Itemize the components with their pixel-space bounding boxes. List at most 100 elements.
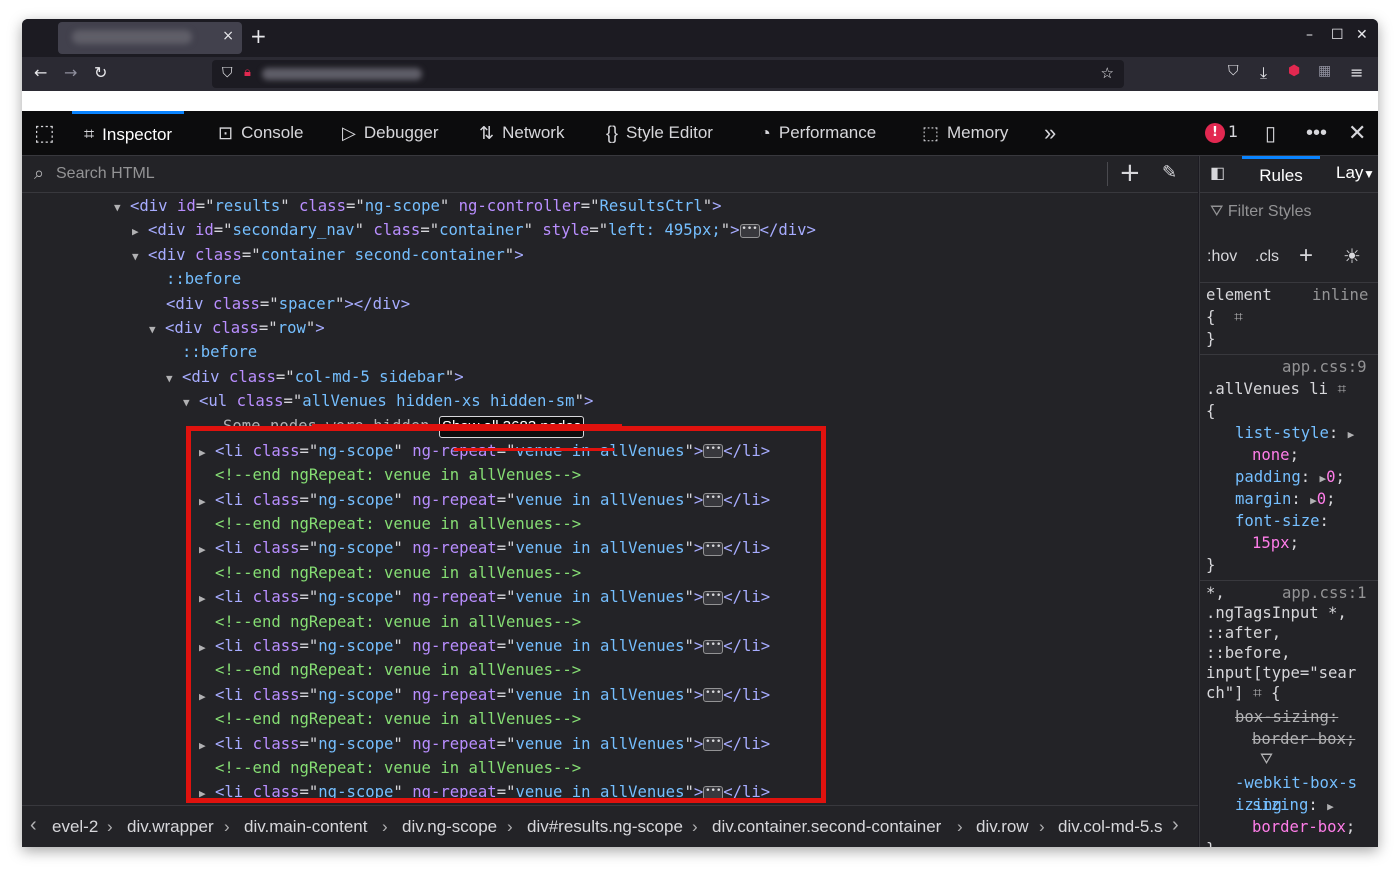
declaration-value-overridden[interactable]: border-box; xyxy=(1252,728,1355,750)
forward-icon[interactable]: → xyxy=(64,63,77,82)
expand-arrow-icon[interactable]: ▼ xyxy=(114,196,130,220)
rule-source[interactable]: app.css:1 xyxy=(1282,582,1367,604)
breadcrumb-item[interactable]: div.row xyxy=(976,817,1029,837)
breadcrumb-separator-icon: › xyxy=(224,817,230,836)
breadcrumb-item[interactable]: evel-2 xyxy=(52,817,98,837)
maximize-button[interactable]: ☐ xyxy=(1331,27,1344,43)
collapsed-content-icon[interactable]: ••• xyxy=(739,223,760,238)
breadcrumb-item[interactable]: div.container.second-container xyxy=(712,817,941,837)
url-bar[interactable]: ⛉ 🔒︎ ☆ xyxy=(212,60,1124,88)
markup-node[interactable]: ▼ <div id="results" class="ng-scope" ng-c… xyxy=(114,194,722,218)
more-options-icon[interactable]: ••• xyxy=(1306,111,1327,155)
breadcrumb-item[interactable]: div.col-md-5.s xyxy=(1058,817,1164,837)
tab-network[interactable]: ⇅ Network xyxy=(479,111,564,155)
tab-layout[interactable]: Lay xyxy=(1336,163,1364,183)
ublock-icon[interactable]: ⬢ xyxy=(1288,63,1300,79)
lock-icon[interactable]: 🔒︎ xyxy=(244,65,251,80)
error-icon[interactable]: ! xyxy=(1205,123,1225,143)
search-icon: ⌕ xyxy=(34,163,45,184)
divider xyxy=(1200,282,1378,283)
browser-tab[interactable]: × xyxy=(58,22,242,54)
close-window-button[interactable]: ✕ xyxy=(1356,27,1368,43)
declaration[interactable]: font-size: xyxy=(1235,510,1329,532)
breadcrumb-item[interactable]: div#results.ng-scope xyxy=(527,817,683,837)
minimize-button[interactable]: – xyxy=(1306,27,1313,43)
rule-source[interactable]: app.css:9 xyxy=(1282,356,1367,378)
cls-toggle[interactable]: .cls xyxy=(1255,248,1279,266)
bookmark-star-icon[interactable]: ☆ xyxy=(1101,64,1114,82)
tab-inspector[interactable]: ⌗ Inspector xyxy=(72,111,185,155)
add-rule-icon[interactable]: + xyxy=(1299,242,1313,270)
expand-icon[interactable]: ▶ xyxy=(1310,494,1317,507)
expand-icon[interactable]: ▶ xyxy=(1348,428,1355,441)
new-tab-button[interactable]: + xyxy=(250,24,267,48)
shield-icon[interactable]: ⛉ xyxy=(222,65,233,81)
node-icon[interactable]: ⌗ xyxy=(1337,380,1346,398)
rule-source[interactable]: inline xyxy=(1312,284,1368,306)
markup-node[interactable]: ▼ <div class="row"> xyxy=(149,316,325,340)
markup-node[interactable]: ▼ <div class="col-md-5 sidebar"> xyxy=(166,365,464,389)
expand-icon[interactable]: ▶ xyxy=(1327,800,1334,813)
pocket-icon[interactable]: ⛉ xyxy=(1228,63,1239,79)
more-tools-chevron-icon[interactable]: » xyxy=(1044,111,1056,155)
pseudo-element-node[interactable]: ::before xyxy=(182,340,257,364)
declaration[interactable]: padding: ▶0; xyxy=(1235,466,1345,488)
responsive-design-icon[interactable]: ▯ xyxy=(1265,111,1276,155)
tab-rules[interactable]: Rules xyxy=(1242,156,1320,186)
tab-debugger[interactable]: ▷ Debugger xyxy=(342,111,439,155)
declaration[interactable]: sizing: ▶ xyxy=(1252,794,1334,816)
breadcrumb-separator-icon: › xyxy=(1039,817,1045,836)
breadcrumb-separator-icon: › xyxy=(382,817,388,836)
tab-close-icon[interactable]: × xyxy=(222,28,234,44)
toggle-sidebar-icon[interactable]: ◧ xyxy=(1210,163,1225,183)
expand-arrow-icon[interactable]: ▼ xyxy=(183,391,199,415)
close-devtools-icon[interactable]: ✕ xyxy=(1348,111,1366,155)
search-html-input[interactable]: Search HTML xyxy=(56,165,155,183)
markup-node[interactable]: ▼ <ul class="allVenues hidden-xs hidden-s… xyxy=(183,389,593,413)
pseudo-element-node[interactable]: ::before xyxy=(166,267,241,291)
expand-arrow-icon[interactable]: ▼ xyxy=(166,367,182,391)
node-icon[interactable]: ⌗ xyxy=(1253,684,1262,702)
debugger-icon: ▷ xyxy=(342,122,356,143)
breadcrumb-item[interactable]: div.ng-scope xyxy=(402,817,497,837)
breadcrumb-scroll-right-icon[interactable]: › xyxy=(1172,814,1179,837)
tab-style-editor[interactable]: {} Style Editor xyxy=(606,111,713,155)
devtools-toolbar: ⬚ ⌗ Inspector ⊡ Console ▷ Debugger ⇅ Net… xyxy=(22,111,1378,156)
chevron-down-icon[interactable]: ▼ xyxy=(1363,167,1375,181)
error-count[interactable]: 1 xyxy=(1228,122,1238,141)
tab-performance[interactable]: ◔ Performance xyxy=(760,111,876,155)
add-node-icon[interactable]: + xyxy=(1119,158,1141,188)
markup-node[interactable]: ▼ <div class="container second-container"… xyxy=(132,243,524,267)
tab-memory[interactable]: ⬚ Memory xyxy=(922,111,1008,155)
filter-icon[interactable]: ⛛ xyxy=(1260,748,1273,770)
eyedropper-icon[interactable]: ✎ xyxy=(1162,162,1177,183)
markup-node[interactable]: <div class="spacer"></div> xyxy=(166,292,410,316)
node-icon[interactable]: ⌗ xyxy=(1234,308,1243,326)
breadcrumb-item[interactable]: div.main-content xyxy=(244,817,367,837)
back-icon[interactable]: ← xyxy=(34,63,47,82)
declaration-value[interactable]: 15px; xyxy=(1252,532,1299,554)
download-icon[interactable]: ⤓ xyxy=(1260,63,1267,83)
breadcrumb-item[interactable]: div.wrapper xyxy=(127,817,214,837)
declaration-value[interactable]: none; xyxy=(1252,444,1299,466)
declaration[interactable]: margin: ▶0; xyxy=(1235,488,1336,510)
menu-icon[interactable]: ≡ xyxy=(1350,63,1363,82)
element-picker-icon[interactable]: ⬚ xyxy=(34,111,55,155)
rule-selector: .allVenues li ⌗ xyxy=(1206,380,1347,398)
breadcrumb-scroll-left-icon[interactable]: ‹ xyxy=(30,814,37,837)
declaration[interactable]: -webkit-box-sizing xyxy=(1235,772,1365,814)
declaration-overridden[interactable]: box-sizing: xyxy=(1235,706,1338,728)
tab-console[interactable]: ⊡ Console xyxy=(218,111,303,155)
reload-icon[interactable]: ↻ xyxy=(94,63,107,82)
hov-toggle[interactable]: :hov xyxy=(1207,248,1237,266)
declaration[interactable]: list-style: ▶ xyxy=(1235,422,1354,444)
filter-styles-input[interactable]: ⛛ Filter Styles xyxy=(1210,203,1311,221)
markup-node[interactable]: ▶ <div id="secondary_nav" class="containe… xyxy=(132,218,816,242)
expand-arrow-icon[interactable]: ▶ xyxy=(132,220,148,244)
expand-arrow-icon[interactable]: ▼ xyxy=(149,318,165,342)
declaration-value[interactable]: border-box; xyxy=(1252,816,1355,838)
expand-arrow-icon[interactable]: ▼ xyxy=(132,245,148,269)
light-theme-icon[interactable]: ☀ xyxy=(1343,244,1361,269)
extension-icon[interactable]: ▦ xyxy=(1318,63,1331,79)
search-html-bar: ⌕ Search HTML + ✎ xyxy=(22,156,1198,193)
